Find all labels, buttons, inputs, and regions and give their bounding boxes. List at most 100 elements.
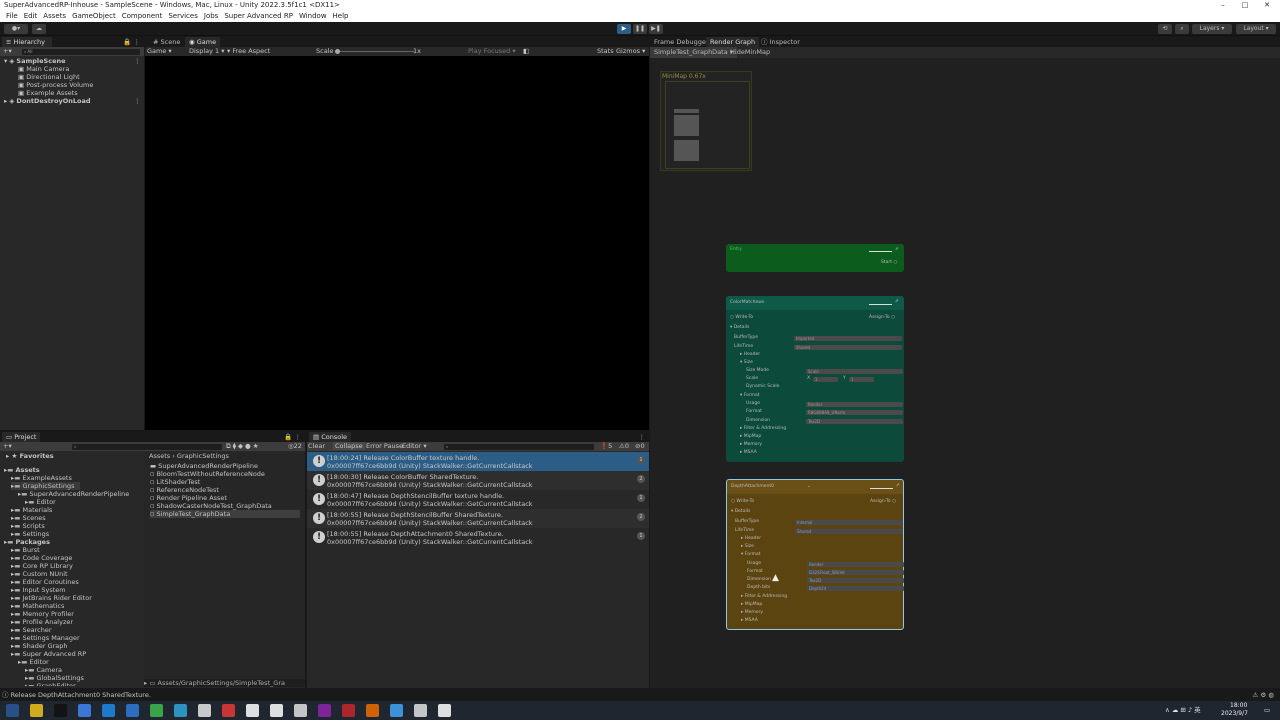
project-tree-item[interactable]: ▸▬ Custom NUnit [11, 570, 68, 578]
project-tree-item[interactable]: ▸▬ Searcher [11, 626, 52, 634]
menu-services[interactable]: Services [168, 12, 198, 20]
tab-render-graph[interactable]: Render Graph [706, 37, 760, 47]
taskbar-app-icon[interactable] [30, 704, 43, 717]
format-dropdown[interactable]: D32SFloat_S8Uint [807, 570, 904, 575]
project-tree-item[interactable]: ▸▬ Profile Analyzer [11, 618, 73, 626]
life-time-dropdown[interactable]: Shared [794, 345, 902, 350]
taskbar-app-icon[interactable] [366, 704, 379, 717]
menu-help[interactable]: Help [333, 12, 349, 20]
add-icon[interactable]: +▾ [3, 47, 12, 55]
life-time-dropdown[interactable]: Shared [795, 529, 903, 534]
tab-console[interactable]: ▤ Console [309, 432, 352, 442]
project-tree-item[interactable]: ▸▬ ExampleAssets [11, 474, 72, 482]
status-icons[interactable]: ⚠ ⚙ ◍ [1253, 691, 1274, 699]
collapse-icon[interactable]: ⌄ [807, 484, 811, 490]
taskbar-app-icon[interactable] [150, 704, 163, 717]
taskbar-app-icon[interactable] [78, 704, 91, 717]
clear-button[interactable]: Clear [308, 442, 325, 450]
tab-hierarchy[interactable]: ≡ Hierarchy [2, 37, 52, 47]
more-icon[interactable]: ⋮ [134, 57, 141, 65]
aspect-dropdown[interactable]: ▾ Free Aspect [227, 47, 270, 55]
project-tree-item[interactable]: ▸▬ Settings Manager [11, 634, 80, 642]
project-tree-item[interactable]: ▸▬ JetBrains Rider Editor [11, 594, 92, 602]
entry-node[interactable]: Entry ⇗ Start ○ [726, 244, 904, 272]
panel-menu-icon[interactable]: ⋮ [639, 433, 646, 441]
filter-icons[interactable]: ⧉ ⧫ ◆ ● ★ [226, 442, 259, 450]
expand-icon[interactable]: ⇗ [896, 483, 900, 489]
info-count-toggle[interactable]: ❗5 [600, 442, 612, 450]
clock-date[interactable]: 2023/9/7 [1221, 710, 1248, 718]
expand-icon[interactable]: ⇗ [895, 299, 899, 305]
tab-scene[interactable]: # Scene [149, 37, 184, 47]
project-search-input[interactable]: ⌕ [72, 444, 222, 450]
taskbar-app-icon[interactable] [54, 704, 67, 717]
tray-icons[interactable]: ∧ ☁ ⊞ ♪ 英 [1165, 706, 1201, 714]
hierarchy-item[interactable]: ▾ ◈ SampleScene ⋮ [4, 57, 141, 65]
taskbar-app-icon[interactable] [222, 704, 235, 717]
project-tree-item[interactable]: ▸▬ Super Advanced RP [11, 650, 86, 658]
more-icon[interactable]: ⋮ [134, 97, 141, 105]
console-log-entry[interactable]: ! [18:00:55] Release DepthAttachment0 Sha… [307, 528, 649, 547]
project-tree-item[interactable]: ▸▬ Core RP Library [11, 562, 73, 570]
search-button[interactable]: ⌕ [1175, 24, 1189, 34]
add-icon[interactable]: +▾ [3, 442, 12, 450]
panel-menu-icon[interactable]: 🔒 ⋮ [284, 433, 301, 441]
project-tree-item[interactable]: ▸▬ Editor [25, 498, 56, 506]
buffer-type-dropdown[interactable]: Imported [794, 336, 902, 341]
project-tree-item[interactable]: ▸▬ Editor Coroutines [11, 578, 79, 586]
console-search-input[interactable]: ⌕ [444, 444, 594, 450]
taskbar-app-icon[interactable] [246, 704, 259, 717]
taskbar-app-icon[interactable] [438, 704, 451, 717]
hierarchy-item[interactable]: ▸ ◈ DontDestroyOnLoad ⋮ [4, 97, 141, 105]
taskbar-app-icon[interactable] [198, 704, 211, 717]
collapse-button[interactable]: Collapse [333, 442, 365, 450]
taskbar-app-icon[interactable] [126, 704, 139, 717]
project-tree-item[interactable]: ▸▬ GraphicSettings [11, 482, 81, 490]
menu-jobs[interactable]: Jobs [204, 12, 218, 20]
layers-dropdown[interactable]: Layers ▾ [1192, 24, 1232, 34]
asset-item[interactable]: ▫ BloomTestWithoutReferenceNode [150, 470, 300, 478]
project-tree-item[interactable]: ▸▬ GlobalSettings [25, 674, 84, 682]
asset-item[interactable]: ▫ ReferenceNodeTest [150, 486, 300, 494]
scale-slider[interactable] [336, 51, 414, 52]
project-tree-item[interactable]: ▸▬ Code Coverage [11, 554, 72, 562]
console-log-entry[interactable]: ! [18:00:30] Release ColorBuffer SharedTe… [307, 471, 649, 490]
breadcrumb-root[interactable]: Assets [149, 452, 170, 460]
tab-inspector[interactable]: ⓘ Inspector [757, 37, 804, 47]
notification-icon[interactable]: ▭ [1264, 706, 1270, 714]
breadcrumb-leaf[interactable]: GraphicSettings [177, 452, 229, 460]
menu-edit[interactable]: Edit [24, 12, 38, 20]
project-tree-item[interactable]: ▸▬ Packages [4, 538, 50, 546]
dimension-dropdown[interactable]: Tex2D [806, 419, 903, 424]
layout-dropdown[interactable]: Layout ▾ [1236, 24, 1276, 34]
project-tree-item[interactable]: ▸▬ Mathematics [11, 602, 64, 610]
hierarchy-search-input[interactable]: ⌕ All [22, 49, 140, 55]
taskbar-app-icon[interactable] [270, 704, 283, 717]
taskbar-app-icon[interactable] [342, 704, 355, 717]
taskbar-app-icon[interactable] [414, 704, 427, 717]
usage-dropdown[interactable]: Render [807, 562, 904, 567]
project-tree-item[interactable]: ▸▬ GraphEditor [25, 682, 76, 686]
start-menu-icon[interactable] [6, 704, 19, 717]
taskbar-app-icon[interactable] [174, 704, 187, 717]
tab-project[interactable]: ▭ Project [2, 432, 41, 442]
project-tree-item[interactable]: ▸▬ Camera [25, 666, 62, 674]
project-tree-item[interactable]: ▸▬ Assets [4, 466, 40, 474]
menu-super-advanced-rp[interactable]: Super Advanced RP [224, 12, 293, 20]
project-tree-item[interactable]: ▸▬ Editor [18, 658, 49, 666]
panel-menu-icon[interactable]: 🔒 ⋮ [123, 38, 140, 46]
clock-time[interactable]: 18:00 [1230, 702, 1247, 710]
menu-gameobject[interactable]: GameObject [72, 12, 116, 20]
stats-button[interactable]: Stats [597, 47, 614, 55]
game-dropdown[interactable]: Game ▾ [147, 47, 172, 55]
menu-window[interactable]: Window [299, 12, 327, 20]
close-button[interactable]: ✕ [1256, 0, 1278, 11]
error-pause-button[interactable]: Error Pause [366, 442, 403, 450]
minimize-button[interactable]: – [1212, 0, 1234, 11]
project-tree-item[interactable]: ▸▬ Settings [11, 530, 49, 538]
editor-dropdown[interactable]: Editor ▾ [402, 442, 427, 450]
buffer-type-dropdown[interactable]: Internal [795, 520, 903, 525]
console-log-entry[interactable]: ! [18:00:55] Release DepthStencilBuffer S… [307, 509, 649, 528]
display-dropdown[interactable]: Display 1 ▾ [189, 47, 225, 55]
tab-game[interactable]: ◉ Game [185, 37, 221, 47]
